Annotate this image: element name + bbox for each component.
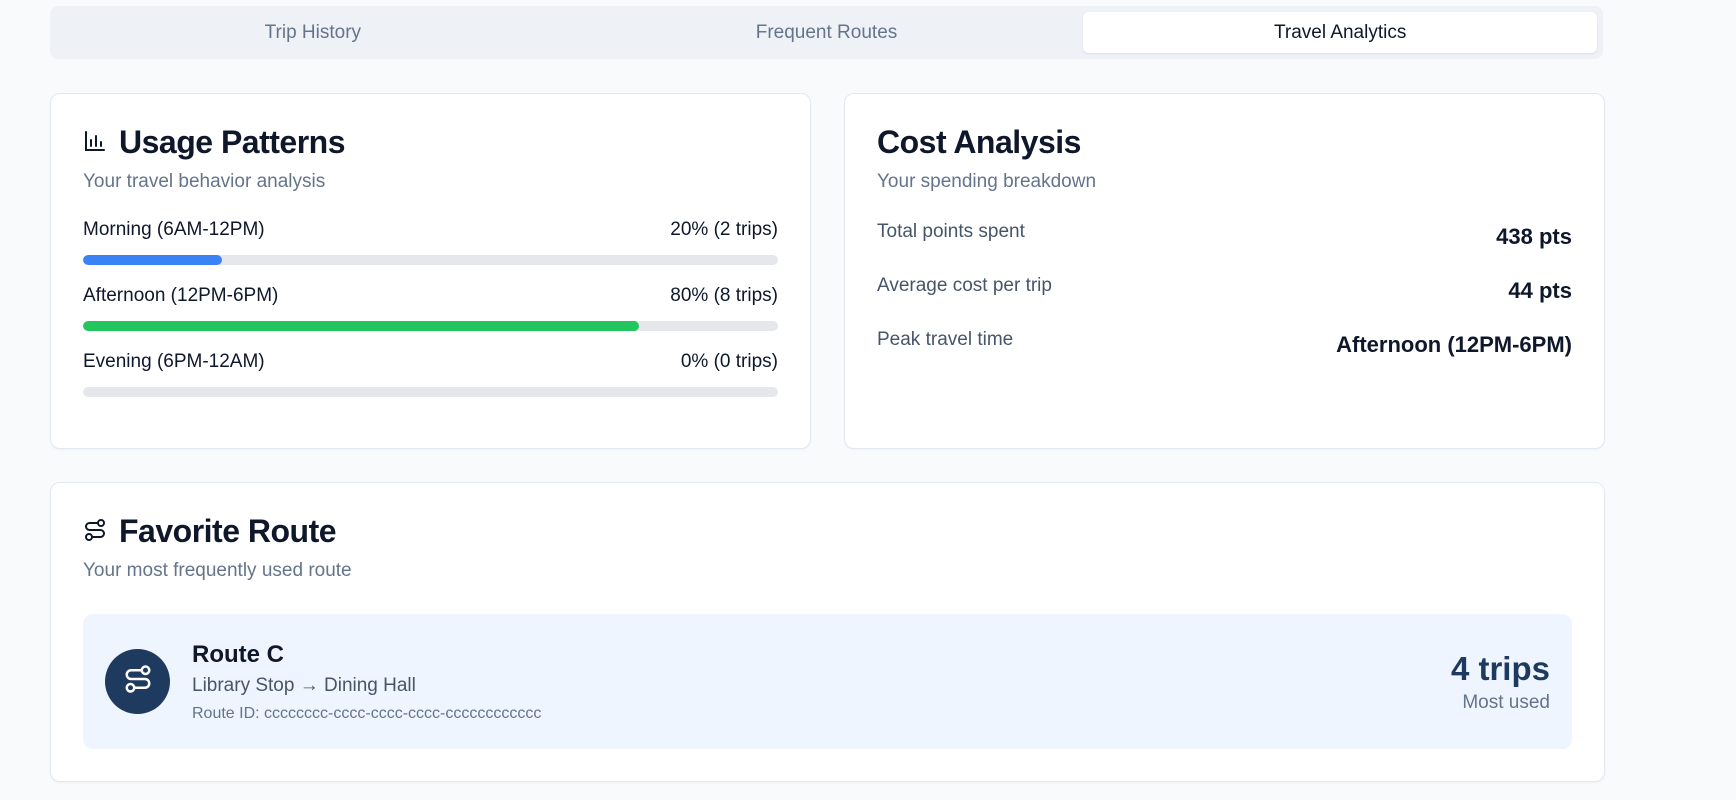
- route-icon: [123, 664, 153, 699]
- route-stats: 4 trips Most used: [1451, 650, 1550, 714]
- cost-row-average: Average cost per trip 44 pts: [877, 273, 1572, 327]
- cost-label: Peak travel time: [877, 329, 1014, 350]
- bar-chart-icon: [83, 124, 107, 161]
- usage-row-label: Evening (6PM-12AM): [83, 351, 265, 372]
- usage-row-value: 20% (2 trips): [670, 219, 778, 240]
- usage-card-header: Usage Patterns: [83, 124, 778, 161]
- cost-label: Average cost per trip: [877, 275, 1052, 296]
- tab-travel-analytics[interactable]: Travel Analytics: [1083, 12, 1598, 53]
- cost-card-subtitle: Your spending breakdown: [877, 171, 1097, 192]
- analytics-page: Trip History Frequent Routes Travel Anal…: [0, 0, 1736, 800]
- tab-frequent-routes[interactable]: Frequent Routes: [570, 12, 1084, 53]
- favorite-card-header: Favorite Route: [83, 513, 1572, 550]
- usage-card-title: Usage Patterns: [119, 124, 345, 160]
- cost-label: Total points spent: [877, 221, 1025, 242]
- cost-value: Afternoon (12PM-6PM): [1336, 332, 1572, 357]
- route-name: Route C: [192, 640, 284, 668]
- usage-row-morning: Morning (6AM-12PM) 20% (2 trips): [83, 219, 778, 265]
- usage-row-afternoon: Afternoon (12PM-6PM) 80% (8 trips): [83, 285, 778, 331]
- usage-row-evening: Evening (6PM-12AM) 0% (0 trips): [83, 351, 778, 397]
- progress-bar-morning: [83, 255, 778, 265]
- favorite-card-subtitle: Your most frequently used route: [83, 560, 352, 581]
- route-icon: [83, 513, 107, 550]
- usage-row-value: 0% (0 trips): [680, 351, 778, 372]
- route-trip-count: 4 trips: [1450, 649, 1550, 687]
- cost-row-total: Total points spent 438 pts: [877, 219, 1572, 273]
- cost-value: 44 pts: [1508, 278, 1572, 303]
- favorite-card-title: Favorite Route: [119, 513, 337, 549]
- usage-row-label: Morning (6AM-12PM): [83, 219, 265, 240]
- tab-bar: Trip History Frequent Routes Travel Anal…: [50, 6, 1603, 59]
- route-trip-count-label: Most used: [1462, 691, 1550, 713]
- progress-bar-afternoon: [83, 321, 778, 331]
- route-id: Route ID: cccccccc-cccc-cccc-cccc-cccccc…: [192, 704, 542, 722]
- tab-trip-history[interactable]: Trip History: [56, 12, 570, 53]
- usage-patterns-card: Usage Patterns Your travel behavior anal…: [50, 93, 811, 449]
- cost-row-peak: Peak travel time Afternoon (12PM-6PM): [877, 327, 1572, 381]
- usage-card-subtitle: Your travel behavior analysis: [83, 171, 326, 192]
- route-path: Library Stop → Dining Hall: [192, 674, 416, 696]
- cost-list: Total points spent 438 pts Average cost …: [877, 219, 1572, 381]
- favorite-route-card: Favorite Route Your most frequently used…: [50, 482, 1605, 782]
- progress-fill: [83, 321, 639, 331]
- route-info: Route C Library Stop → Dining Hall Route…: [192, 641, 1451, 723]
- cost-analysis-card: Cost Analysis Your spending breakdown To…: [844, 93, 1605, 449]
- favorite-route-panel[interactable]: Route C Library Stop → Dining Hall Route…: [83, 614, 1572, 749]
- progress-bar-evening: [83, 387, 778, 397]
- route-avatar: [105, 649, 170, 714]
- cost-value: 438 pts: [1496, 224, 1572, 249]
- cost-card-title: Cost Analysis: [877, 124, 1081, 160]
- usage-list: Morning (6AM-12PM) 20% (2 trips) Afterno…: [83, 219, 778, 397]
- progress-fill: [83, 255, 222, 265]
- usage-row-label: Afternoon (12PM-6PM): [83, 285, 279, 306]
- usage-row-value: 80% (8 trips): [670, 285, 778, 306]
